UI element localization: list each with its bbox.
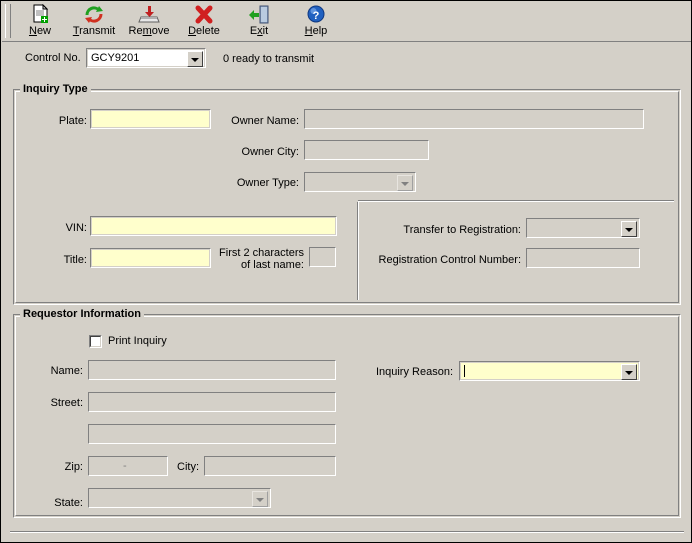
vin-label: VIN: <box>65 222 87 234</box>
state-label: State: <box>54 497 83 509</box>
print-inquiry-label[interactable]: Print Inquiry <box>108 335 167 347</box>
owner-type-label: Owner Type: <box>236 177 299 189</box>
inquiry-reason-combo[interactable] <box>459 361 640 381</box>
control-number-label: Control No. <box>25 52 81 64</box>
chevron-down-icon[interactable] <box>187 51 203 67</box>
registration-control-number-value[interactable] <box>528 250 638 266</box>
toolbar-button-transmit-label: Transmit <box>72 25 116 37</box>
first-two-chars-label-line2: of last name: <box>241 259 304 271</box>
name-label: Name: <box>50 365 83 377</box>
new-document-icon <box>28 3 52 25</box>
city-value[interactable] <box>206 458 334 474</box>
chevron-down-icon[interactable] <box>621 364 637 380</box>
title-label: Title: <box>63 254 87 266</box>
plate-label: Plate: <box>58 115 87 127</box>
inquiry-type-vertical-divider <box>357 202 359 300</box>
control-number-combo[interactable]: GCY9201 <box>86 48 206 68</box>
toolbar-grip[interactable] <box>5 4 11 38</box>
transmit-refresh-icon <box>82 4 106 25</box>
owner-name-value[interactable] <box>306 111 642 127</box>
window-bottom-divider <box>10 531 684 533</box>
registration-control-number-field[interactable] <box>526 248 640 268</box>
toolbar-button-new-label: New <box>28 25 51 37</box>
chevron-down-icon[interactable] <box>397 175 413 191</box>
owner-type-combo[interactable] <box>304 172 416 192</box>
requestor-information-group-title: Requestor Information <box>20 308 144 320</box>
owner-city-label: Owner City: <box>241 146 299 158</box>
toolbar-button-new[interactable]: New <box>13 3 67 40</box>
transfer-to-registration-combo[interactable] <box>526 218 640 238</box>
exit-door-icon <box>247 4 271 25</box>
inquiry-type-group-title: Inquiry Type <box>20 83 91 95</box>
title-value[interactable] <box>92 250 209 266</box>
owner-city-value[interactable] <box>306 142 427 158</box>
chevron-down-icon[interactable] <box>252 491 268 507</box>
toolbar-button-help-label: Help <box>304 25 328 37</box>
toolbar-button-help[interactable]: ? Help <box>289 3 343 40</box>
owner-city-field[interactable] <box>304 140 429 160</box>
city-label: City: <box>177 461 199 473</box>
print-inquiry-checkbox[interactable] <box>89 335 102 348</box>
inquiry-reason-label: Inquiry Reason: <box>375 366 453 378</box>
toolbar-button-remove[interactable]: Remove <box>122 3 176 40</box>
toolbar-button-delete[interactable]: Delete <box>177 3 231 40</box>
zip-label: Zip: <box>64 461 83 473</box>
delete-x-icon <box>192 4 216 25</box>
registration-control-number-label: Registration Control Number: <box>378 254 521 266</box>
transmit-status-text: 0 ready to transmit <box>223 53 315 65</box>
inquiry-reason-value[interactable] <box>461 363 638 379</box>
owner-name-label: Owner Name: <box>231 115 299 127</box>
chevron-down-icon[interactable] <box>621 221 637 237</box>
toolbar-button-exit-label: Exit <box>249 25 269 37</box>
state-value[interactable] <box>90 490 269 506</box>
remove-inbox-icon <box>137 4 161 25</box>
vin-value[interactable] <box>92 218 335 234</box>
name-value[interactable] <box>90 362 334 378</box>
street-value[interactable] <box>90 394 334 410</box>
street-field[interactable] <box>88 392 336 412</box>
svg-text:?: ? <box>313 10 320 22</box>
street-label: Street: <box>50 397 83 409</box>
first-two-chars-label-line1: First 2 characters <box>219 247 304 259</box>
toolbar-button-exit[interactable]: Exit <box>232 3 286 40</box>
title-field[interactable] <box>90 248 211 268</box>
application-window: New Transmit Remove Delete Exit ? Help C… <box>0 0 692 543</box>
street-line2-value[interactable] <box>90 426 334 442</box>
street-line2-field[interactable] <box>88 424 336 444</box>
help-question-icon: ? <box>304 4 328 25</box>
toolbar-button-remove-label: Remove <box>128 25 170 37</box>
name-field[interactable] <box>88 360 336 380</box>
inquiry-type-horizontal-divider <box>358 200 674 202</box>
vin-field[interactable] <box>90 216 337 236</box>
first-two-chars-value[interactable] <box>311 249 334 265</box>
city-field[interactable] <box>204 456 336 476</box>
owner-name-field[interactable] <box>304 109 644 129</box>
text-caret <box>464 365 465 377</box>
state-combo[interactable] <box>88 488 271 508</box>
toolbar: New Transmit Remove Delete Exit ? Help <box>2 2 691 42</box>
first-two-chars-field[interactable] <box>309 247 336 267</box>
toolbar-button-delete-label: Delete <box>188 25 220 37</box>
toolbar-button-transmit[interactable]: Transmit <box>67 3 121 40</box>
transfer-to-registration-label: Transfer to Registration: <box>403 224 521 236</box>
